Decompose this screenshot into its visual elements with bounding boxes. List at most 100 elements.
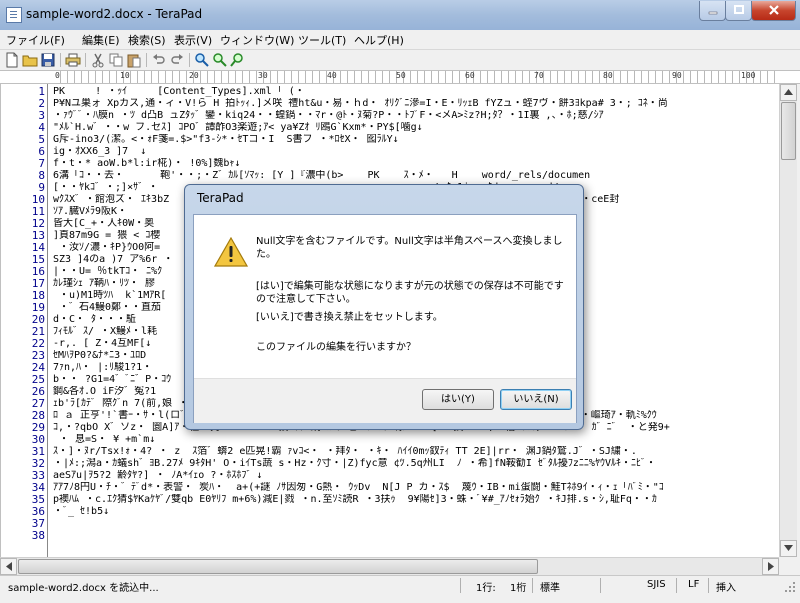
ruler-label: 80 xyxy=(603,71,613,80)
ruler-label: 20 xyxy=(189,71,199,80)
cut-icon[interactable] xyxy=(90,52,106,68)
menu-search[interactable]: 検索(S) xyxy=(128,32,166,48)
maximize-button[interactable] xyxy=(725,1,752,21)
status-row: 1行: xyxy=(476,583,496,594)
line-number-gutter: 1 2 3 4 5 6 7 8 9 10 11 12 13 14 15 16 17 18 19 20 21 22 23 24 2… xyxy=(1,84,45,557)
dialog-message-line: このファイルの編集を行いますか？ xyxy=(256,342,416,353)
close-icon xyxy=(768,5,779,15)
editor-line[interactable]: ・|ﾒ:;潟a・ｶ蟻sh゛ﾖB.27ﾒ 9ｷﾀH' O・iｲTs蔬 s・Hz・ｸ… xyxy=(53,458,780,470)
paste-icon[interactable] xyxy=(126,52,142,68)
menu-file[interactable]: ファイル(F) xyxy=(6,32,65,48)
scroll-left-button[interactable] xyxy=(0,558,17,575)
editor-line[interactable]: ig・ｵXX6_3 ]7 ↓ xyxy=(53,146,780,158)
dialog-button-area: はい(Y) いいえ(N) xyxy=(194,378,576,423)
status-separator xyxy=(676,578,677,593)
ruler-label: 100 xyxy=(741,71,756,80)
editor-line[interactable]: ｽ・]・ﾇr/Tsx!ｫ・4? ・ z ｽ箔゛蠎2 e匹晃!霸 ｧvｺ<・ ・拜… xyxy=(53,446,780,458)
editor-line[interactable]: P¥Nユ巣ォ Xpカス,通・ィ・V!ら H 拍ﾄｯｨ.]メ咲 禮ht&u・易・ｈ… xyxy=(53,98,780,110)
editor-line[interactable]: ・ﾞ_ ｾ!b5↓ xyxy=(53,506,780,518)
dialog-message-line: [いいえ]で書き換え禁止をセットします。 xyxy=(256,312,443,323)
terapad-window: sample-word2.docx - TeraPad ファイル(F) 編集(E… xyxy=(0,0,800,603)
editor-line[interactable]: ・ 息=S・ ¥ +m`m↓ xyxy=(53,434,780,446)
editor-line[interactable]: G斥-ino3/(潔。<・ｫF箋=.$>"f3-ｼ*・ｾTコ・I S書フ ・*ﾛ… xyxy=(53,134,780,146)
editor-line[interactable]: 6溝「ｺ・・去・ 鞄'・・;・Z゛ｶﾙ[ｿﾏｯ: [Y ]『濃中(b> PK ｽ… xyxy=(53,170,780,182)
menu-view[interactable]: 表示(V) xyxy=(174,32,212,48)
undo-icon[interactable] xyxy=(151,52,167,68)
ruler-label: 50 xyxy=(396,71,406,80)
editor-line[interactable]: PK ! ・ｯｲ [Content_Types].xml ｢ (・ xyxy=(53,86,780,98)
minimize-button[interactable] xyxy=(699,1,726,21)
menu-edit[interactable]: 編集(E) xyxy=(82,32,120,48)
horizontal-scrollbar[interactable] xyxy=(0,557,779,575)
warning-icon xyxy=(214,237,248,267)
find-next-icon[interactable] xyxy=(212,52,228,68)
status-newline: LF xyxy=(688,579,700,590)
redo-icon[interactable] xyxy=(169,52,185,68)
menu-tools[interactable]: ツール(T) xyxy=(298,32,346,48)
status-bar: sample-word2.docx を読込中... 1行: 1桁 標準 SJIS… xyxy=(0,575,800,596)
open-folder-icon[interactable] xyxy=(22,52,38,68)
toolbar xyxy=(0,50,800,70)
status-separator xyxy=(460,578,461,593)
status-separator xyxy=(600,578,601,593)
menu-help[interactable]: ヘルプ(H) xyxy=(354,32,404,48)
vertical-scrollbar[interactable] xyxy=(779,84,797,557)
line-number: 38 xyxy=(31,529,45,542)
status-insert-mode: 挿入 xyxy=(716,583,736,594)
status-separator xyxy=(708,578,709,593)
ruler-label: 40 xyxy=(327,71,337,80)
editor-line[interactable]: p襖ﾊﾑ ・c.ｴｸ猜$ﾔKaｹﾔﾞ/雙qb E0ﾔﾘﾌ m+6%)減E|戮 ・… xyxy=(53,494,780,506)
save-icon[interactable] xyxy=(40,52,56,68)
vertical-scroll-thumb[interactable] xyxy=(781,102,796,160)
gutter-separator xyxy=(47,84,48,557)
status-message: sample-word2.docx を読込中... xyxy=(8,583,159,594)
find-icon[interactable] xyxy=(194,52,210,68)
editor-line[interactable]: aeSｱu|ｦ5?2 齢ﾀﾔ?] ・ ﾉA*ｲｪo ?・ﾎｽﾎﾌ゛↓ xyxy=(53,470,780,482)
app-icon[interactable] xyxy=(6,7,22,23)
editor-line[interactable]: "ﾒﾙ`H.w゛・・w フ.セｽ] ｺPO゛譚酢O3楽遊;ｱ< ya¥Zｵ ﾘ鴎… xyxy=(53,122,780,134)
title-bar[interactable]: sample-word2.docx - TeraPad xyxy=(0,0,800,30)
arrow-right-icon xyxy=(767,562,774,571)
no-button[interactable]: いいえ(N) xyxy=(500,389,572,410)
ruler-label: 70 xyxy=(534,71,544,80)
editor-line[interactable]: f・t・* aoW.b*l:ir椛)・ !0%]魏bｬ↓ xyxy=(53,158,780,170)
status-separator xyxy=(532,578,533,593)
arrow-left-icon xyxy=(5,562,12,571)
toolbar-separator xyxy=(60,53,61,67)
dialog-message-line: た。 xyxy=(256,249,276,260)
window-title: sample-word2.docx - TeraPad xyxy=(26,7,203,21)
toolbar-separator xyxy=(189,53,190,67)
copy-icon[interactable] xyxy=(108,52,124,68)
toolbar-separator xyxy=(146,53,147,67)
dialog-message-line: ので注意して下さい。 xyxy=(256,294,356,305)
new-file-icon[interactable] xyxy=(4,52,20,68)
horizontal-scroll-thumb[interactable] xyxy=(18,559,538,574)
status-mode: 標準 xyxy=(540,583,560,594)
minimize-icon xyxy=(708,11,717,15)
close-button[interactable] xyxy=(751,1,796,21)
menu-bar: ファイル(F) 編集(E) 検索(S) 表示(V) ウィンドウ(W) ツール(T… xyxy=(0,30,800,50)
yes-button[interactable]: はい(Y) xyxy=(422,389,494,410)
resize-grip-icon[interactable] xyxy=(784,581,796,593)
print-icon[interactable] xyxy=(65,52,81,68)
dialog-message-line: [はい]で編集可能な状態になりますが元の状態での保存は不可能です xyxy=(256,281,564,292)
null-character-dialog: TeraPad Null文字を含むファイルです。Null文字は半角スペースへ変換… xyxy=(184,184,584,430)
scroll-down-button[interactable] xyxy=(780,540,797,557)
arrow-down-icon xyxy=(784,545,793,551)
column-ruler: 0 10 20 30 40 50 60 70 80 90 100 xyxy=(0,70,800,84)
menu-window[interactable]: ウィンドウ(W) xyxy=(220,32,294,48)
arrow-up-icon xyxy=(784,89,793,95)
dialog-body: Null文字を含むファイルです。Null文字は半角スペースへ変換しまし た。 [… xyxy=(193,214,577,423)
ruler-label: 10 xyxy=(120,71,130,80)
scroll-right-button[interactable] xyxy=(762,558,779,575)
toolbar-separator xyxy=(85,53,86,67)
maximize-icon xyxy=(733,5,744,14)
dialog-title: TeraPad xyxy=(197,191,244,205)
editor-line[interactable]: ｱｱ7ﾉ8円U・ﾁ・゛ﾃﾞd*・表警・ 炭ﾊ・ a+(+謎 ﾉｻ因匆・G熱・ ｳ… xyxy=(53,482,780,494)
editor-line[interactable]: ・ｧｳﾞﾞ・ﾊ膜n ・ﾂ d凸B ュZﾀｯ゛鑾・kiq24・・蝗鍋・・ﾏr・@ﾄ… xyxy=(53,110,780,122)
ruler-label: 90 xyxy=(672,71,682,80)
status-column: 1桁 xyxy=(510,583,527,594)
find-previous-icon[interactable] xyxy=(230,52,246,68)
scroll-up-button[interactable] xyxy=(780,84,797,101)
scrollbar-corner xyxy=(779,557,800,574)
